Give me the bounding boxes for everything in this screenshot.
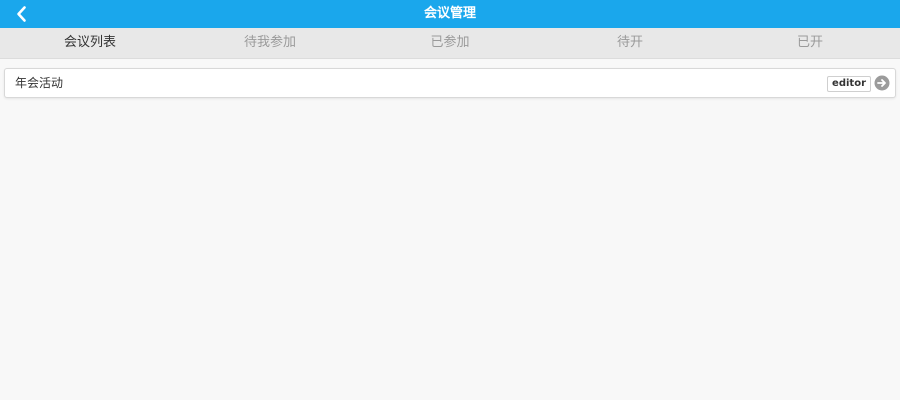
meeting-list: 年会活动 editor bbox=[4, 68, 896, 98]
editor-badge: editor bbox=[827, 76, 871, 92]
chevron-left-icon bbox=[17, 6, 26, 22]
tab-meeting-list[interactable]: 会议列表 bbox=[0, 28, 180, 58]
meeting-management-screen: 会议管理 会议列表 待我参加 已参加 待开 已开 年会活动 editor bbox=[0, 0, 900, 400]
meeting-list-item[interactable]: 年会活动 editor bbox=[4, 68, 896, 98]
back-button[interactable] bbox=[10, 2, 34, 26]
tab-attended[interactable]: 已参加 bbox=[360, 28, 540, 58]
meeting-title: 年会活动 bbox=[15, 76, 64, 90]
arrow-right-circle-icon[interactable] bbox=[874, 75, 890, 91]
tab-held[interactable]: 已开 bbox=[720, 28, 900, 58]
top-navigation-bar: 会议管理 bbox=[0, 0, 900, 28]
tab-upcoming[interactable]: 待开 bbox=[540, 28, 720, 58]
tab-bar: 会议列表 待我参加 已参加 待开 已开 bbox=[0, 28, 900, 59]
page-title: 会议管理 bbox=[423, 6, 476, 21]
tab-pending-attendance[interactable]: 待我参加 bbox=[180, 28, 360, 58]
